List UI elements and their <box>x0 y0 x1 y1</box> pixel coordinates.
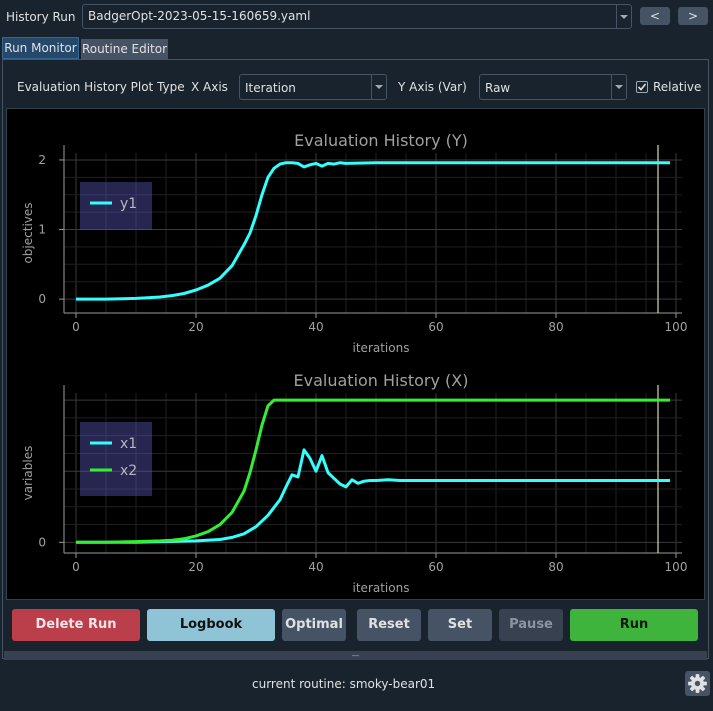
series-line-y1 <box>76 161 670 301</box>
check-icon <box>637 83 647 91</box>
x-axis-select[interactable]: Iteration <box>239 74 387 100</box>
relative-checkbox[interactable] <box>636 81 648 93</box>
plot-type-label: Evaluation History Plot Type <box>17 80 185 94</box>
set-button[interactable]: Set <box>428 609 492 641</box>
x-tick-label: 20 <box>188 560 203 574</box>
y-tick-label: 0 <box>38 292 46 306</box>
y-axis-label: variables <box>21 446 35 501</box>
x-tick-label: 80 <box>548 560 563 574</box>
logbook-button[interactable]: Logbook <box>147 609 275 641</box>
x-tick-label: 40 <box>308 560 323 574</box>
reset-button[interactable]: Reset <box>357 609 421 641</box>
current-routine-label: current routine: smoky-bear01 <box>252 677 436 691</box>
legend-box <box>80 422 152 496</box>
legend-label-y1: y1 <box>120 196 137 212</box>
x-axis-label: X Axis <box>191 80 228 94</box>
plot-area: Evaluation History (Y) 0 20 40 60 80 100 0 1 2 ite… <box>6 108 705 600</box>
tab-routine-editor[interactable]: Routine Editor <box>81 39 168 59</box>
optimal-button[interactable]: Optimal <box>282 609 346 641</box>
y-axis-value: Raw <box>485 81 511 95</box>
chevron-down-icon <box>616 5 631 28</box>
chevron-down-icon <box>371 75 386 99</box>
x-tick-label: 0 <box>72 560 80 574</box>
settings-button[interactable] <box>685 671 710 696</box>
next-run-button[interactable]: > <box>678 7 708 25</box>
history-run-select[interactable]: BadgerOpt-2023-05-15-160659.yaml <box>82 4 632 29</box>
gear-icon <box>688 674 707 693</box>
chart-title: Evaluation History (X) <box>294 371 469 390</box>
run-button[interactable]: Run <box>570 609 698 641</box>
relative-label: Relative <box>653 80 702 94</box>
y-tick-label: 0 <box>38 535 46 549</box>
chart-title: Evaluation History (Y) <box>294 131 468 150</box>
x-axis-label: iterations <box>353 581 410 595</box>
x-axis-label: iterations <box>353 341 410 355</box>
x-tick-label: 80 <box>548 320 563 334</box>
y-axis-select[interactable]: Raw <box>479 74 627 100</box>
splitter-handle[interactable]: — <box>4 651 707 660</box>
x-axis-value: Iteration <box>245 81 296 95</box>
tab-run-monitor[interactable]: Run Monitor <box>2 37 79 59</box>
y-axis-label: objectives <box>21 202 35 263</box>
x-tick-label: 40 <box>308 320 323 334</box>
y-axis-label: Y Axis (Var) <box>398 80 467 94</box>
pause-button[interactable]: Pause <box>499 609 563 641</box>
legend-box <box>80 182 152 230</box>
legend-label-x1: x1 <box>120 436 137 452</box>
x-tick-label: 20 <box>188 320 203 334</box>
history-run-label: History Run <box>6 10 76 24</box>
x-tick-label: 60 <box>428 560 443 574</box>
legend-label-x2: x2 <box>120 463 137 479</box>
prev-run-button[interactable]: < <box>640 7 670 25</box>
history-run-value: BadgerOpt-2023-05-15-160659.yaml <box>88 9 311 23</box>
x-tick-label: 100 <box>665 560 688 574</box>
delete-run-button[interactable]: Delete Run <box>12 609 140 641</box>
y-tick-label: 1 <box>38 223 46 237</box>
series-line-x1 <box>76 448 670 544</box>
chevron-down-icon <box>611 75 626 99</box>
x-tick-label: 100 <box>665 320 688 334</box>
x-tick-label: 60 <box>428 320 443 334</box>
evaluation-history-plots[interactable]: Evaluation History (Y) 0 20 40 60 80 100 0 1 2 ite… <box>7 109 704 599</box>
y-tick-label: 2 <box>38 153 46 167</box>
x-tick-label: 0 <box>72 320 80 334</box>
